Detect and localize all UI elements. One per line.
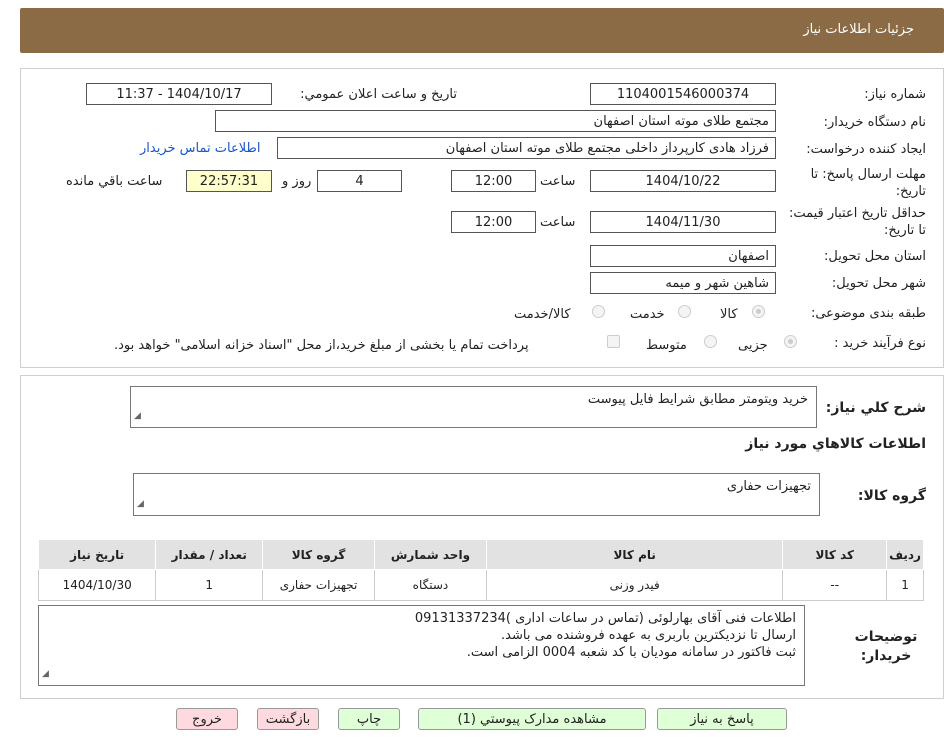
requester-label: ایجاد کننده درخواست:	[806, 142, 926, 157]
province-field: اصفهان	[590, 245, 776, 267]
cell-group: تجهیزات حفاری	[262, 569, 375, 601]
buyer-contact-link[interactable]: اطلاعات تماس خریدار	[140, 141, 260, 156]
col-name-header: نام کالا	[485, 539, 784, 570]
category-service-label: خدمت	[630, 307, 665, 322]
province-label: استان محل تحویل:	[824, 249, 926, 264]
cell-qty: 1	[155, 569, 264, 601]
buyer-note-line: ارسال تا نزدیکترین باربری به عهده فروشند…	[501, 628, 796, 643]
cell-row: 1	[886, 569, 924, 601]
need-number-field: 1104001546000374	[590, 83, 776, 105]
treasury-payment-note: پرداخت تمام یا بخشی از مبلغ خرید،از محل …	[114, 338, 529, 353]
city-field: شاهین شهر و میمه	[590, 272, 776, 294]
summary-text: خرید ویتومتر مطابق شرایط فایل پیوست	[587, 392, 808, 407]
item-group-label: گروه کالا:	[857, 488, 926, 504]
summary-textarea[interactable]: خرید ویتومتر مطابق شرایط فایل پیوست ◢	[130, 386, 817, 428]
cell-name: فیدر وزنی	[485, 569, 784, 601]
reply-button[interactable]: پاسخ به نیاز	[657, 708, 787, 730]
view-attachments-button[interactable]: مشاهده مدارک پیوستي (1)	[418, 708, 646, 730]
items-table-header: ردیف کد کالا نام کالا واحد شمارش گروه کا…	[37, 539, 924, 570]
price-date-field: 1404/11/30	[590, 211, 776, 233]
resize-grip-icon[interactable]: ◢	[42, 666, 49, 683]
table-row: 1 -- فیدر وزنی دستگاه تجهیزات حفاری 1 14…	[37, 569, 924, 601]
items-section-title: اطلاعات کالاهاي مورد نیاز	[745, 436, 926, 452]
announce-label: تاریخ و ساعت اعلان عمومي:	[300, 87, 457, 102]
city-label: شهر محل تحویل:	[831, 276, 926, 291]
time-remaining-label: ساعت باقي مانده	[66, 174, 163, 189]
category-goods-label: کالا	[720, 307, 738, 322]
reply-date-field: 1404/10/22	[590, 170, 776, 192]
category-service-radio[interactable]	[678, 305, 691, 318]
print-button[interactable]: چاپ	[338, 708, 400, 730]
item-group-textarea[interactable]: تجهیزات حفاری ◢	[133, 473, 820, 516]
buyer-notes-textarea[interactable]: اطلاعات فنی آقای بهارلوئی (تماس در ساعات…	[38, 605, 805, 686]
exit-button[interactable]: خروج	[176, 708, 238, 730]
category-goods-radio[interactable]	[752, 305, 765, 318]
days-remaining-field: 4	[317, 170, 402, 192]
process-medium-radio[interactable]	[704, 335, 717, 348]
summary-label: شرح کلي نیاز:	[825, 400, 926, 416]
category-both-label: کالا/خدمت	[514, 307, 571, 322]
items-table: ردیف کد کالا نام کالا واحد شمارش گروه کا…	[37, 539, 924, 601]
price-time-label: ساعت	[540, 215, 576, 230]
col-date-header: تاریخ نیاز	[37, 539, 157, 570]
buyer-note-line: ثبت فاکتور در سامانه مودیان با کد شعبه 0…	[466, 645, 796, 660]
category-both-radio[interactable]	[592, 305, 605, 318]
treasury-payment-checkbox[interactable]	[607, 335, 620, 348]
page-header: جزئیات اطلاعات نیاز	[20, 8, 944, 53]
buyer-notes-label: توضیحات خریدار:	[854, 629, 918, 664]
col-group-header: گروه کالا	[262, 539, 375, 570]
days-label: روز و	[282, 174, 312, 189]
resize-grip-icon[interactable]: ◢	[137, 496, 144, 513]
time-remaining-field: 22:57:31	[186, 170, 272, 192]
cell-date: 1404/10/30	[37, 569, 157, 601]
price-time-field: 12:00	[451, 211, 536, 233]
requester-field: فرزاد هادی کارپرداز داخلی مجتمع طلای موت…	[277, 137, 776, 159]
col-unit-header: واحد شمارش	[373, 539, 487, 570]
process-minor-label: جزیی	[738, 338, 768, 353]
buyer-org-label: نام دستگاه خریدار:	[823, 115, 926, 130]
col-qty-header: تعداد / مقدار	[155, 539, 264, 570]
resize-grip-icon[interactable]: ◢	[134, 408, 141, 425]
cell-code: --	[782, 569, 888, 601]
reply-time-label: ساعت	[540, 174, 576, 189]
buyer-org-field: مجتمع طلای موته استان اصفهان	[215, 110, 776, 132]
announce-date-field: 1404/10/17 - 11:37	[86, 83, 272, 105]
process-type-label: نوع فرآیند خرید :	[834, 336, 926, 351]
process-minor-radio[interactable]	[784, 335, 797, 348]
col-row-header: ردیف	[886, 539, 924, 570]
cell-unit: دستگاه	[373, 569, 487, 601]
process-medium-label: متوسط	[646, 338, 687, 353]
col-code-header: کد کالا	[782, 539, 888, 570]
back-button[interactable]: بازگشت	[257, 708, 319, 730]
price-validity-label: حداقل تاریخ اعتبار قیمت: تا تاریخ:	[788, 206, 926, 238]
reply-deadline-label: مهلت ارسال پاسخ: تا تاریخ:	[810, 167, 926, 199]
need-number-label: شماره نیاز:	[864, 87, 926, 102]
page-title: جزئیات اطلاعات نیاز	[803, 22, 914, 37]
category-label: طبقه بندی موضوعی:	[810, 306, 926, 321]
reply-time-field: 12:00	[451, 170, 536, 192]
item-group-text: تجهیزات حفاری	[726, 479, 811, 494]
buyer-note-line: اطلاعات فنی آقای بهارلوئی (تماس در ساعات…	[414, 611, 796, 626]
